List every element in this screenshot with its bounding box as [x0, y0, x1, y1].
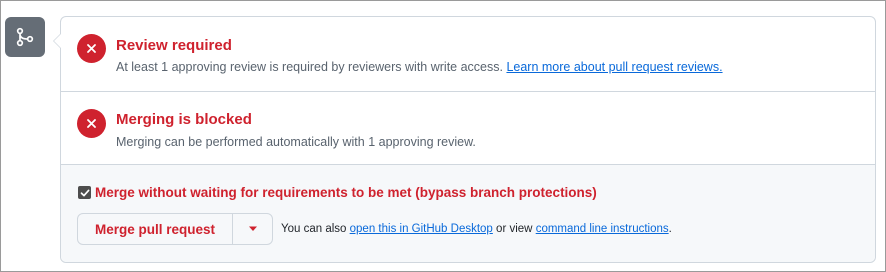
bypass-checkbox-row[interactable]: Merge without waiting for requirements t… [78, 185, 597, 200]
learn-more-reviews-link[interactable]: Learn more about pull request reviews. [506, 60, 722, 74]
merge-method-dropdown-button[interactable] [233, 214, 272, 244]
review-required-section: Review required At least 1 approving rev… [61, 17, 875, 92]
command-line-instructions-link[interactable]: command line instructions [536, 223, 669, 235]
merge-pull-request-button[interactable]: Merge pull request [78, 214, 233, 244]
review-description-text: At least 1 approving review is required … [116, 60, 503, 74]
open-github-desktop-link[interactable]: open this in GitHub Desktop [350, 223, 493, 235]
panel-pointer [53, 33, 61, 49]
merging-blocked-section: Merging is blocked Merging can be perfor… [61, 92, 875, 165]
x-circle-icon [77, 109, 106, 138]
merge-helper-text: You can also open this in GitHub Desktop… [281, 223, 672, 235]
merge-box: Review required At least 1 approving rev… [53, 16, 876, 263]
merge-actions-section: Merge without waiting for requirements t… [61, 165, 875, 262]
helper-prefix: You can also [281, 223, 347, 235]
x-circle-icon [77, 34, 106, 63]
bypass-checkbox[interactable] [78, 186, 91, 199]
merging-blocked-description: Merging can be performed automatically w… [116, 135, 476, 149]
review-required-title: Review required [116, 37, 232, 54]
merging-blocked-title: Merging is blocked [116, 111, 252, 128]
helper-suffix: . [668, 223, 672, 235]
helper-middle: or view [496, 223, 533, 235]
git-merge-icon [5, 17, 45, 57]
merge-button-group: Merge pull request [77, 213, 273, 245]
review-required-description: At least 1 approving review is required … [116, 60, 723, 74]
bypass-checkbox-label: Merge without waiting for requirements t… [95, 185, 597, 200]
triangle-down-icon [248, 226, 257, 231]
